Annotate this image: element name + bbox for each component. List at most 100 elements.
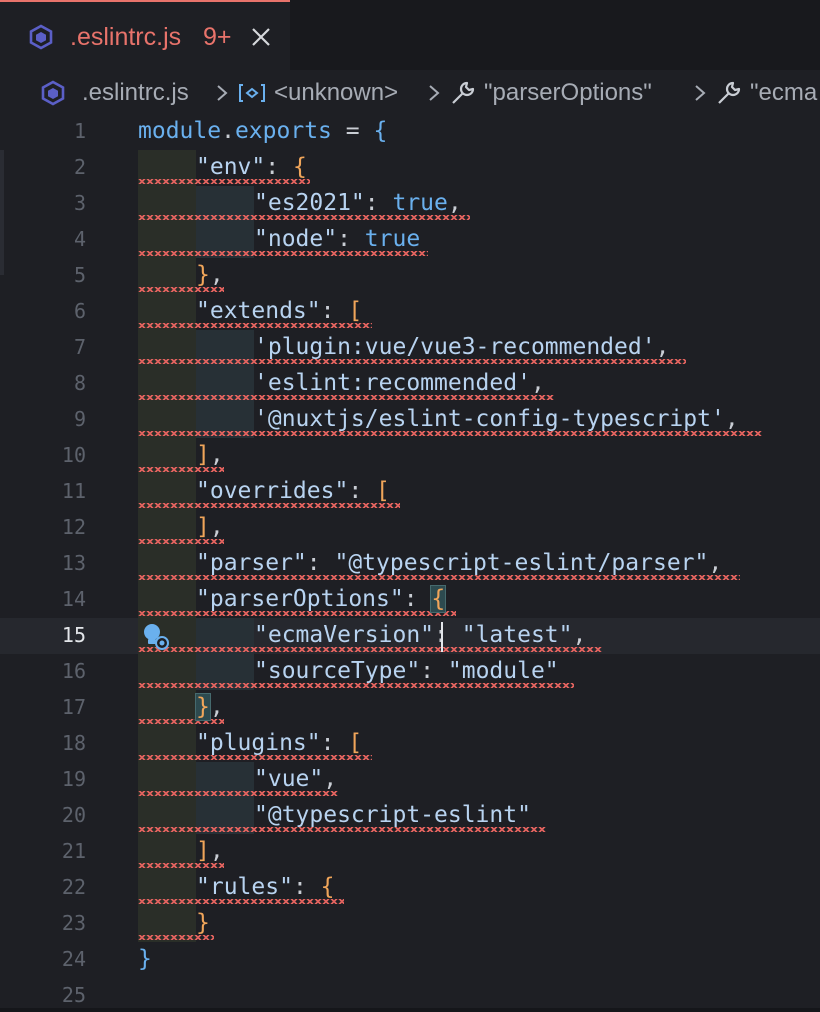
code-token: } (196, 262, 210, 288)
breadcrumb: .eslintrc.js <unknown> "parserOptions" "… (0, 70, 820, 116)
close-icon[interactable] (250, 26, 272, 48)
code-token: "node" (254, 226, 338, 252)
code-token: exports (234, 118, 332, 144)
line-number: 15 (61, 623, 86, 647)
code-text: "parser": "@typescript-eslint/parser", (196, 549, 722, 577)
line-number: 12 (61, 515, 86, 539)
code-line[interactable]: 2 "env": { (0, 150, 820, 186)
code-token: : (364, 190, 393, 216)
code-text: "sourceType": "module" (254, 657, 559, 685)
line-number: 10 (61, 443, 86, 467)
code-text: ], (196, 513, 224, 541)
hint-dots (138, 144, 160, 157)
code-text: "extends": [ (196, 297, 362, 325)
line-number: 18 (61, 731, 86, 755)
chevron-right-icon (429, 85, 440, 101)
code-token: "parserOptions" (196, 586, 404, 612)
code-line[interactable]: 21], (0, 834, 820, 870)
line-number: 6 (73, 299, 86, 323)
code-line[interactable]: 7 'plugin:vue/vue3-recommended', (0, 330, 820, 366)
line-number: 16 (61, 659, 86, 683)
code-token: "plugins" (196, 730, 321, 756)
line-number: 21 (61, 839, 86, 863)
code-text: 'plugin:vue/vue3-recommended', (254, 333, 669, 361)
code-line[interactable]: 18 "plugins": [ (0, 726, 820, 762)
code-line[interactable]: 22 "rules": { (0, 870, 820, 906)
line-number: 23 (61, 911, 86, 935)
code-line[interactable]: 14 "parserOptions": { (0, 582, 820, 618)
wrench-icon (718, 81, 741, 104)
code-editor[interactable]: 1 module.exports = {2 "env": {3 "es2021": t… (0, 114, 820, 1012)
code-line[interactable]: 24} (0, 942, 820, 978)
code-line[interactable]: 9 '@nuxtjs/eslint-config-typescript', (0, 402, 820, 438)
code-line[interactable]: 5}, (0, 258, 820, 294)
code-text: "@typescript-eslint" (254, 801, 531, 829)
breadcrumb-item-unknown[interactable]: <unknown> (238, 79, 398, 107)
eslint-icon (41, 80, 65, 106)
code-token: , (209, 514, 224, 540)
code-text: "plugins": [ (196, 729, 362, 757)
code-token: , (209, 694, 224, 720)
code-token: "rules" (196, 874, 293, 900)
code-line[interactable]: 16 "sourceType": "module" (0, 654, 820, 690)
lightbulb-icon[interactable] (141, 622, 171, 652)
code-token: [ (376, 478, 390, 504)
code-token: , (724, 406, 739, 432)
code-line[interactable]: 17}, (0, 690, 820, 726)
code-line[interactable]: 1 module.exports = { (0, 114, 820, 157)
breadcrumb-item-file[interactable]: .eslintrc.js (40, 79, 189, 107)
code-line[interactable]: 10], (0, 438, 820, 474)
code-line[interactable]: 15 "ecmaVersion": "latest", (0, 618, 820, 654)
code-token: ] (196, 514, 210, 540)
code-line[interactable]: 4 "node": true (0, 222, 820, 258)
code-token: } (138, 946, 152, 972)
line-number: 17 (61, 695, 86, 719)
code-token: "overrides" (196, 478, 349, 504)
code-token: [ (348, 298, 363, 324)
code-text: "rules": { (196, 873, 335, 901)
tab-eslintrc[interactable]: .eslintrc.js 9+ (0, 0, 290, 70)
code-token: , (209, 838, 224, 864)
code-line[interactable]: 11 "overrides": [ (0, 474, 820, 510)
code-token: module (138, 118, 222, 144)
code-line[interactable]: 13 "parser": "@typescript-eslint/parser", (0, 546, 820, 582)
code-token: "parser" (196, 550, 307, 576)
code-token: ] (196, 442, 210, 468)
code-token: "module" (447, 658, 559, 684)
breadcrumb-item-ecmaversion[interactable]: "ecma (716, 79, 817, 107)
wrench-icon (452, 81, 475, 104)
code-line[interactable]: 20 "@typescript-eslint" (0, 798, 820, 834)
code-line[interactable]: 19 "vue", (0, 762, 820, 798)
code-line[interactable]: 8 'eslint:recommended', (0, 366, 820, 402)
code-line[interactable]: 6 "extends": [ (0, 294, 820, 330)
line-number: 11 (61, 479, 86, 503)
text-cursor (441, 622, 443, 652)
code-token: "env" (196, 154, 266, 180)
code-token: "@typescript-eslint/parser" (334, 550, 709, 576)
code-token: { (373, 118, 388, 144)
code-token: , (708, 550, 723, 576)
line-number: 1 (73, 119, 86, 143)
line-number: 5 (73, 263, 86, 287)
line-number: 24 (61, 947, 86, 971)
code-text: 'eslint:recommended', (254, 369, 545, 397)
breadcrumb-item-parseroptions[interactable]: "parserOptions" (450, 79, 652, 107)
code-token: , (209, 262, 224, 288)
line-number: 22 (61, 875, 86, 899)
code-line[interactable]: 12], (0, 510, 820, 546)
code-token: 'eslint:recommended' (254, 370, 531, 396)
eslint-icon (29, 24, 53, 50)
code-text: '@nuxtjs/eslint-config-typescript', (254, 405, 739, 433)
chevron-right-icon (217, 85, 228, 101)
line-number: 2 (73, 155, 86, 179)
code-token: "vue" (254, 766, 324, 792)
code-text: ], (196, 441, 224, 469)
code-text: ], (196, 837, 224, 865)
code-line[interactable]: 23} (0, 906, 820, 942)
code-text: } (196, 909, 210, 937)
chevron-right-icon (695, 85, 706, 101)
code-line[interactable]: 3 "es2021": true, (0, 186, 820, 222)
tab-label: .eslintrc.js (70, 23, 182, 51)
code-line[interactable]: 25 (0, 978, 820, 1012)
line-number: 13 (61, 551, 86, 575)
